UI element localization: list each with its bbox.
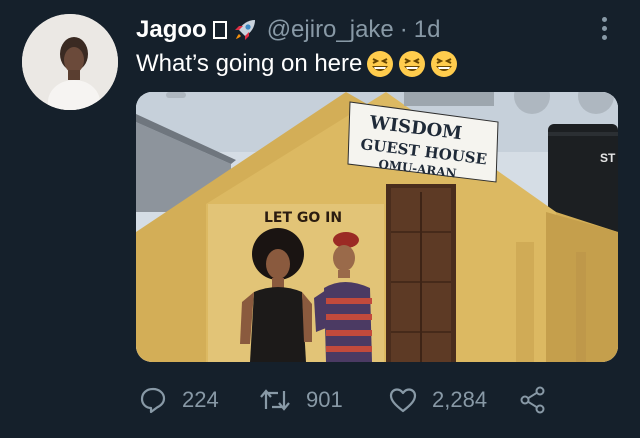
tweet-text: What’s going on here	[136, 50, 363, 77]
more-options-icon[interactable]	[596, 12, 612, 44]
retweet-count: 901	[306, 387, 343, 412]
tweet-header: Jagoo @ejiro_jake · 1d	[136, 14, 440, 46]
avatar[interactable]	[22, 14, 118, 110]
retweet-button[interactable]: 901	[258, 380, 343, 420]
grinning-squinting-face-icon	[430, 50, 458, 78]
grinning-squinting-face-icon	[366, 50, 394, 78]
tweet-actions: 224 901 2,284	[136, 380, 556, 420]
reply-count: 224	[182, 387, 219, 412]
share-icon	[520, 386, 545, 414]
author-handle[interactable]: @ejiro_jake	[267, 16, 394, 44]
mural-text: LET GO IN	[264, 210, 342, 226]
like-button[interactable]: 2,284	[388, 380, 487, 420]
like-count: 2,284	[432, 387, 488, 412]
tweet-timestamp[interactable]: 1d	[414, 16, 441, 44]
retweet-icon	[260, 389, 290, 411]
tank-label: ST	[600, 151, 616, 165]
reply-button[interactable]: 224	[138, 380, 219, 420]
author-name[interactable]: Jagoo	[136, 16, 207, 44]
reply-icon	[140, 387, 166, 414]
heart-icon	[389, 388, 417, 413]
grinning-squinting-face-icon	[398, 50, 426, 78]
separator-dot: ·	[399, 16, 408, 43]
tweet-body: What’s going on here	[136, 50, 458, 78]
tweet-photo[interactable]: ST WISDOM GUEST HOUSE OMU-ARAN LET GO IN	[136, 92, 618, 362]
share-button[interactable]	[518, 380, 562, 420]
guest-house-photo: ST WISDOM GUEST HOUSE OMU-ARAN LET GO IN	[136, 92, 618, 362]
missing-glyph-icon	[212, 21, 227, 39]
rocket-icon	[231, 16, 259, 44]
